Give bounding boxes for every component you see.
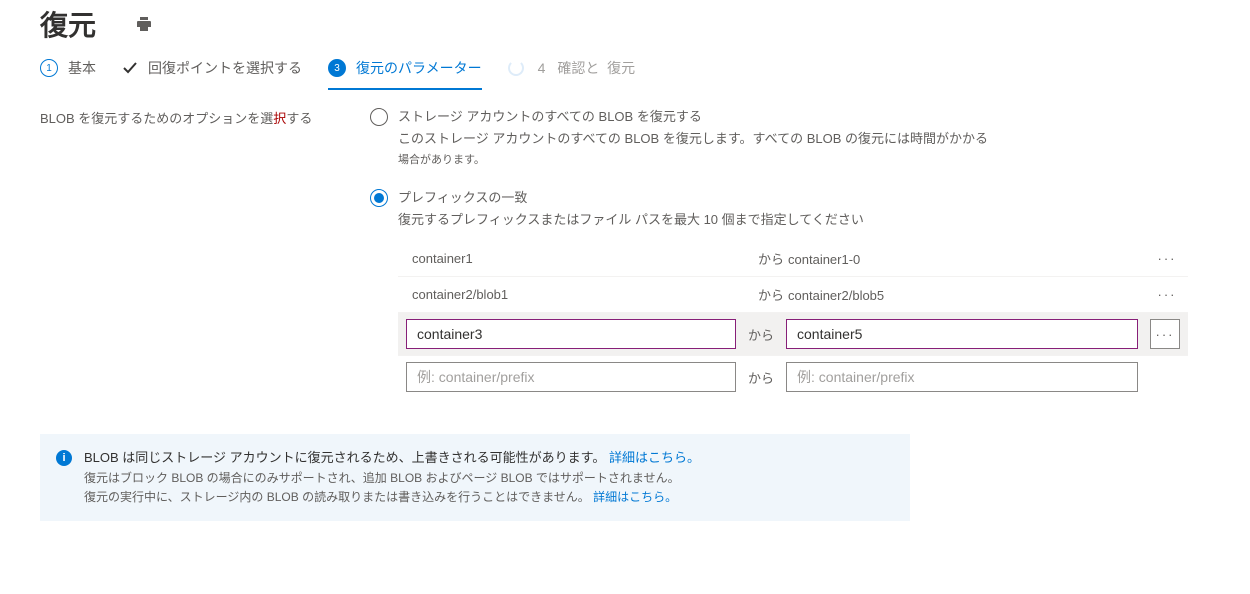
print-icon[interactable]	[136, 16, 152, 32]
row-menu-button[interactable]: ···	[1150, 319, 1180, 349]
prefix-from-input[interactable]	[406, 319, 736, 349]
step-number-icon: 1	[40, 59, 58, 77]
prefix-row: container1 からcontainer1-0 ···	[398, 241, 1188, 277]
option-subnote: 場合があります。	[398, 151, 988, 167]
learn-more-link[interactable]: 詳細はこちら。	[593, 490, 677, 504]
option-desc: このストレージ アカウントのすべての BLOB を復元します。すべての BLOB…	[398, 129, 988, 149]
checkmark-icon	[122, 60, 138, 76]
prefix-to-input[interactable]	[786, 319, 1138, 349]
info-line1: BLOB は同じストレージ アカウントに復元されるため、上書きされる可能性があり…	[84, 450, 605, 465]
wizard-step-restore-params[interactable]: 3 復元のパラメーター	[328, 58, 482, 90]
prefix-from: container1	[406, 247, 746, 270]
row-menu-button[interactable]: ···	[1154, 251, 1180, 266]
prefix-row-editing: から ···	[398, 313, 1188, 356]
radio-icon[interactable]	[370, 189, 388, 207]
prefix-to-input[interactable]	[786, 362, 1138, 392]
step-label: 復元のパラメーター	[356, 58, 482, 78]
option-select-label: BLOB を復元するためのオプションを選択する	[40, 106, 370, 127]
prefix-row: container2/blob1 からcontainer2/blob5 ···	[398, 277, 1188, 313]
prefix-sep-label: から	[748, 325, 774, 344]
page-title: 復元	[40, 4, 96, 44]
prefix-from: container2/blob1	[406, 283, 746, 306]
step-label: 回復ポイントを選択する	[148, 58, 302, 78]
prefix-to: からcontainer2/blob5	[758, 285, 1142, 304]
step-label: 確認と 復元	[557, 58, 635, 78]
step-label: 基本	[68, 58, 96, 78]
prefix-sep-label: から	[748, 368, 774, 387]
prefix-row-new: から	[398, 356, 1188, 398]
step-number-icon: 3	[328, 59, 346, 77]
prefix-table: container1 からcontainer1-0 ··· container2…	[398, 241, 1188, 398]
learn-more-link[interactable]: 詳細はこちら。	[609, 450, 700, 465]
option-title: プレフィックスの一致	[398, 187, 864, 206]
option-title: ストレージ アカウントのすべての BLOB を復元する	[398, 106, 988, 125]
wizard-steps: 1 基本 回復ポイントを選択する 3 復元のパラメーター 4 確認と 復元	[40, 58, 1210, 78]
info-line3: 復元の実行中に、ストレージ内の BLOB の読み取りまたは書き込みを行うことはで…	[84, 490, 590, 504]
info-banner: i BLOB は同じストレージ アカウントに復元されるため、上書きされる可能性が…	[40, 434, 910, 521]
wizard-step-review-restore: 4 確認と 復元	[508, 58, 636, 78]
wizard-step-recovery-point[interactable]: 回復ポイントを選択する	[122, 58, 302, 78]
option-restore-all[interactable]: ストレージ アカウントのすべての BLOB を復元する このストレージ アカウン…	[370, 106, 1210, 167]
option-prefix-match[interactable]: プレフィックスの一致 復元するプレフィックスまたはファイル パスを最大 10 個…	[370, 187, 1210, 230]
row-menu-button[interactable]: ···	[1154, 287, 1180, 302]
info-line2: 復元はブロック BLOB の場合にのみサポートされ、追加 BLOB およびページ…	[84, 469, 700, 488]
spinner-icon	[508, 60, 524, 76]
option-desc: 復元するプレフィックスまたはファイル パスを最大 10 個まで指定してください	[398, 210, 864, 230]
info-icon: i	[56, 450, 72, 466]
step-number-text: 4	[538, 60, 546, 76]
prefix-from-input[interactable]	[406, 362, 736, 392]
radio-icon[interactable]	[370, 108, 388, 126]
prefix-to: からcontainer1-0	[758, 249, 1142, 268]
wizard-step-basics[interactable]: 1 基本	[40, 58, 96, 78]
